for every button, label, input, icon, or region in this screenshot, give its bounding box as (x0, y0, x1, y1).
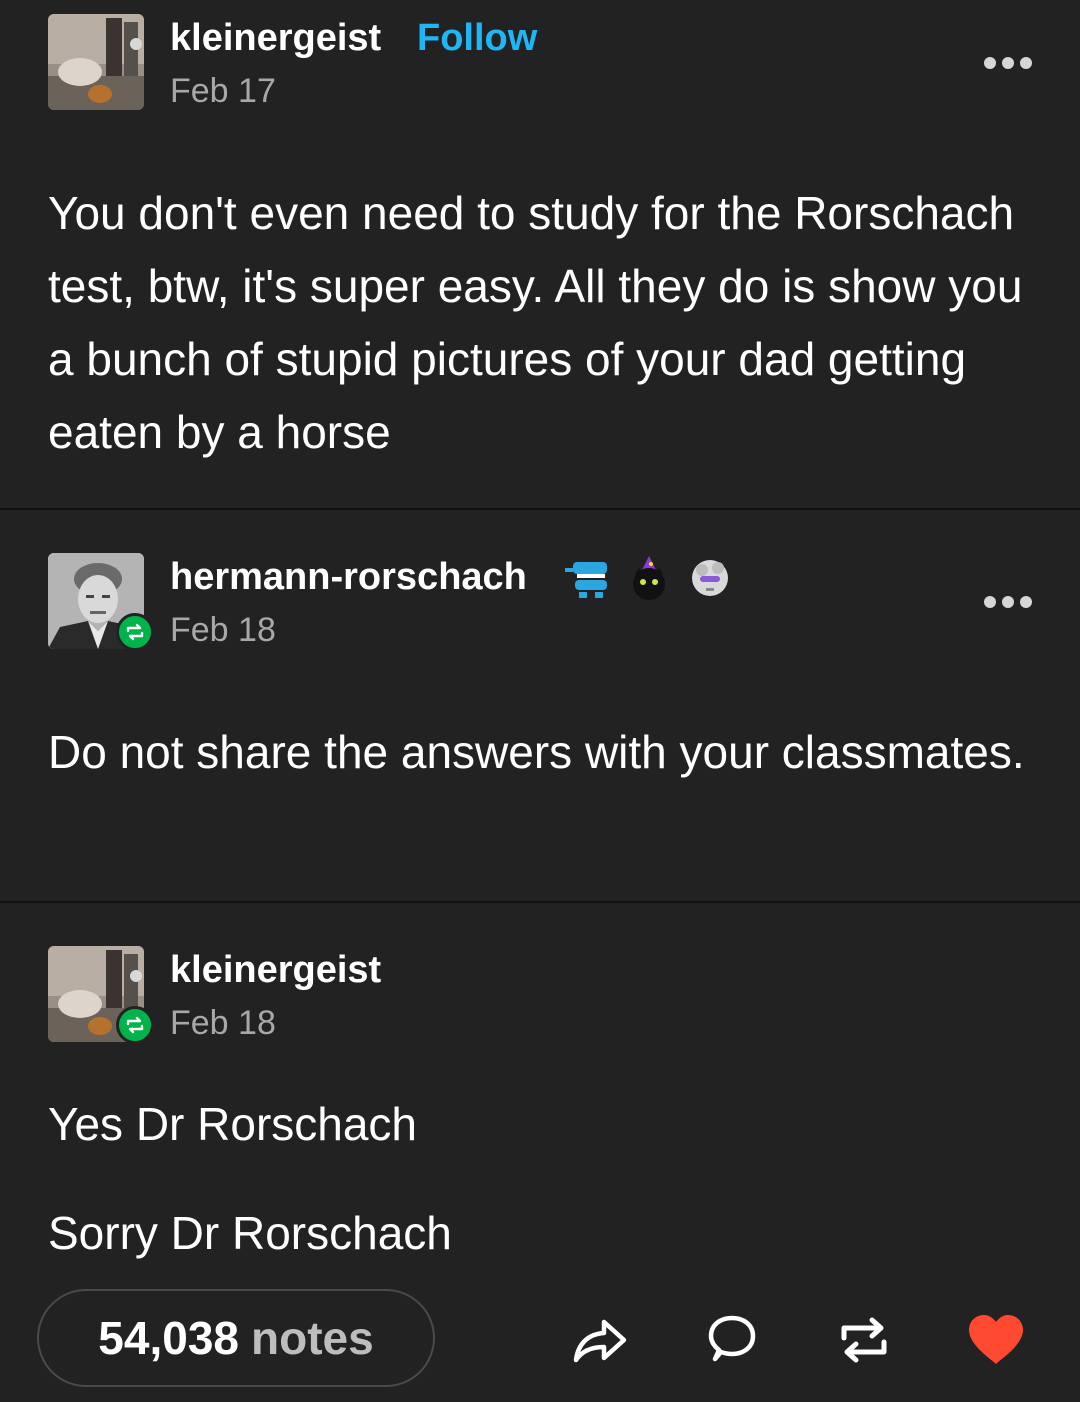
username[interactable]: kleinergeist (170, 949, 381, 992)
notes-count: 54,038 (98, 1312, 239, 1364)
notes-label: notes (251, 1312, 374, 1364)
more-options-icon[interactable] (984, 56, 1032, 70)
reblog-badge-icon (116, 613, 154, 651)
like-icon[interactable] (966, 1310, 1026, 1370)
reblog-icon[interactable] (834, 1310, 894, 1370)
post-date: Feb 17 (170, 72, 276, 110)
username[interactable]: hermann-rorschach (170, 556, 527, 599)
divider (0, 508, 1080, 510)
divider (0, 901, 1080, 903)
post-body: You don't even need to study for the Ror… (48, 187, 1023, 458)
statue-head-badge-icon[interactable] (686, 554, 734, 602)
post-paragraph-1: Yes Dr Rorschach (48, 1098, 418, 1150)
post-paragraph-2: Sorry Dr Rorschach (48, 1207, 452, 1259)
post-date: Feb 18 (170, 611, 276, 649)
reply-icon[interactable] (702, 1310, 762, 1370)
post-date: Feb 18 (170, 1004, 276, 1042)
username[interactable]: kleinergeist (170, 17, 381, 60)
more-options-icon[interactable] (984, 595, 1032, 609)
reblog-badge-icon (116, 1006, 154, 1044)
skull-still-life-avatar (48, 14, 144, 110)
post-body: Do not share the answers with your class… (48, 726, 1025, 778)
avatar[interactable] (48, 14, 144, 110)
notes-button[interactable]: 54,038 notes (37, 1289, 435, 1387)
chattering-teeth-badge-icon[interactable] (565, 554, 613, 602)
follow-button[interactable]: Follow (417, 17, 537, 60)
wizard-cat-badge-icon[interactable] (625, 554, 673, 602)
share-icon[interactable] (569, 1310, 629, 1370)
